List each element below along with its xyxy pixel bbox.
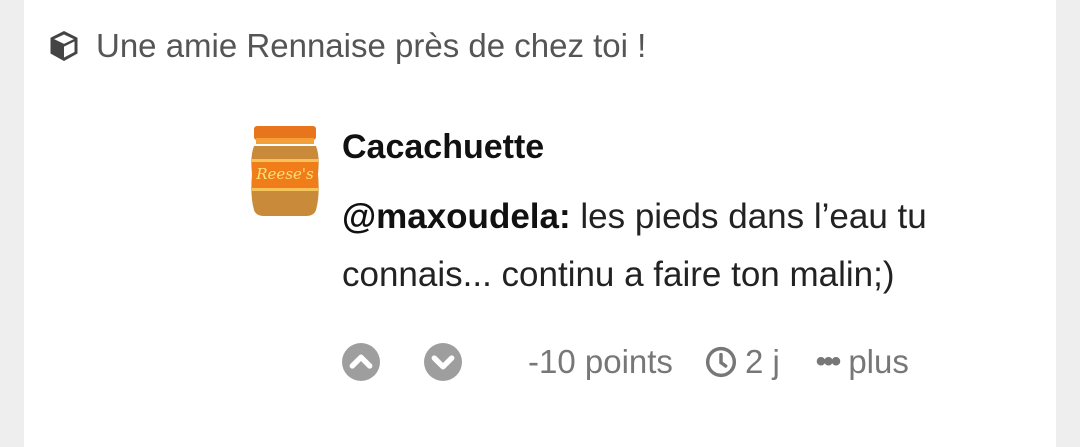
timestamp-label: 2 j bbox=[744, 343, 780, 380]
more-dots-icon: ••• bbox=[815, 345, 841, 378]
comment-body: @maxoudela: les pieds dans l’eau tu conn… bbox=[342, 188, 1022, 304]
comment-card: Une amie Rennaise près de chez toi ! Ree… bbox=[24, 0, 1056, 447]
upvote-icon[interactable] bbox=[342, 343, 380, 381]
mention-link[interactable]: @maxoudela: bbox=[342, 197, 571, 236]
avatar-logo-text: Reese's bbox=[255, 165, 314, 183]
author-name[interactable]: Cacachuette bbox=[342, 128, 544, 167]
comment-actions: -10 points 2 j ••• plus bbox=[342, 336, 909, 388]
downvote-icon[interactable] bbox=[424, 343, 462, 381]
cube-icon bbox=[50, 31, 78, 61]
more-button[interactable]: ••• plus bbox=[816, 343, 909, 381]
avatar[interactable]: Reese's bbox=[250, 126, 320, 218]
clock-icon bbox=[705, 346, 737, 378]
points-count: -10 points bbox=[528, 343, 673, 380]
topic-title: Une amie Rennaise près de chez toi ! bbox=[96, 27, 647, 64]
timestamp: 2 j bbox=[705, 343, 780, 381]
more-label: plus bbox=[848, 343, 909, 380]
topic-header[interactable]: Une amie Rennaise près de chez toi ! bbox=[46, 24, 646, 68]
